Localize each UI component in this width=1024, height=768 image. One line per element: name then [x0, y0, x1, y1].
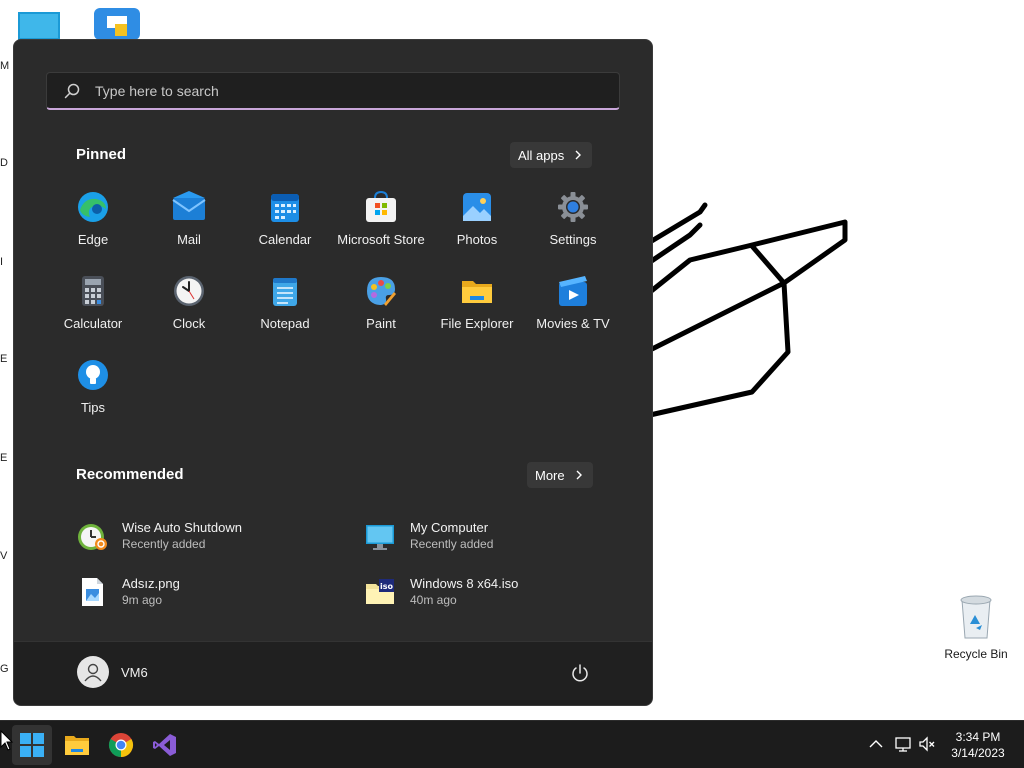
pinned-app-microsoft-store[interactable]: Microsoft Store	[333, 186, 429, 270]
chevron-up-icon[interactable]	[867, 735, 885, 753]
calculator-icon	[82, 276, 104, 306]
chevron-right-icon	[576, 470, 582, 480]
lightbulb-icon	[78, 360, 108, 390]
app-label: Settings	[549, 232, 597, 247]
more-button[interactable]: More	[527, 462, 593, 488]
visual-studio-icon	[153, 734, 176, 756]
clock-date: 3/14/2023	[951, 746, 1005, 760]
all-apps-label: All apps	[518, 147, 565, 163]
start-button[interactable]	[12, 725, 52, 765]
app-label: Microsoft Store	[337, 232, 425, 247]
pinned-app-paint[interactable]: Paint	[333, 270, 429, 354]
image-file-icon	[82, 578, 103, 606]
power-icon[interactable]	[570, 663, 590, 683]
user-name: VM6	[121, 664, 148, 680]
pinned-app-mail[interactable]: Mail	[141, 186, 237, 270]
recommended-item-name: Wise Auto Shutdown	[122, 520, 242, 535]
app-label: Edge	[77, 232, 109, 247]
recycle-bin-label: Recycle Bin	[944, 647, 1008, 661]
store-icon	[366, 190, 396, 222]
recommended-item-windows-8-iso[interactable]: iso Windows 8 x64.iso 40m ago	[364, 564, 596, 620]
clock-time: 3:34 PM	[955, 730, 1001, 744]
pinned-heading: Pinned	[76, 146, 127, 163]
taskbar-chrome-button[interactable]	[101, 725, 141, 765]
recycle-bin-icon	[960, 595, 992, 639]
start-menu-footer: VM6	[14, 641, 652, 705]
app-label: Photos	[456, 232, 498, 247]
svg-text:iso: iso	[380, 582, 394, 591]
mouse-cursor-icon	[0, 730, 14, 751]
clock-icon	[174, 276, 204, 306]
pinned-app-edge[interactable]: Edge	[45, 186, 141, 270]
notepad-icon	[273, 278, 297, 306]
photos-icon	[463, 193, 491, 221]
speaker-muted-icon[interactable]	[918, 735, 936, 753]
network-icon[interactable]	[894, 735, 912, 753]
recommended-item-name: Adsız.png	[122, 576, 180, 591]
app-label: Calculator	[63, 316, 123, 331]
user-icon	[84, 663, 102, 682]
file-explorer-icon	[65, 736, 89, 755]
taskbar-visual-studio-button[interactable]	[145, 725, 185, 765]
recommended-list: Wise Auto Shutdown Recently added My Com…	[76, 508, 596, 620]
folder-icon	[462, 281, 492, 303]
chrome-icon	[108, 733, 134, 757]
pinned-app-photos[interactable]: Photos	[429, 186, 525, 270]
all-apps-button[interactable]: All apps	[510, 142, 593, 168]
pinned-app-movies-tv[interactable]: Movies & TV	[525, 270, 621, 354]
pinned-app-file-explorer[interactable]: File Explorer	[429, 270, 525, 354]
avatar	[77, 656, 109, 688]
taskbar: 3:34 PM 3/14/2023	[0, 720, 1024, 768]
app-label: File Explorer	[440, 316, 514, 331]
recommended-item-my-computer[interactable]: My Computer Recently added	[364, 508, 596, 564]
taskbar-file-explorer-button[interactable]	[57, 725, 97, 765]
pinned-apps-grid: Edge Mail Calendar Microsoft Store Photo…	[45, 186, 621, 438]
recommended-item-time: 9m ago	[122, 593, 163, 607]
app-label: Paint	[366, 316, 396, 331]
recommended-item-time: Recently added	[410, 537, 494, 551]
start-search-box[interactable]	[46, 72, 620, 110]
search-input[interactable]	[93, 81, 577, 100]
app-label: Notepad	[260, 316, 310, 331]
app-label: Movies & TV	[536, 316, 610, 331]
gear-icon	[558, 192, 588, 222]
user-account-button[interactable]: VM6	[77, 656, 148, 688]
windows-start-icon	[20, 733, 44, 757]
pinned-app-settings[interactable]: Settings	[525, 186, 621, 270]
start-menu: Pinned All apps Edge Mail	[13, 39, 653, 706]
mail-icon	[172, 191, 206, 220]
app-label: Calendar	[258, 232, 312, 247]
recommended-heading: Recommended	[76, 466, 184, 483]
recommended-item-time: 40m ago	[410, 593, 457, 607]
paint-icon	[367, 277, 396, 306]
edge-icon	[78, 192, 108, 222]
recommended-item-wise-auto-shutdown[interactable]: Wise Auto Shutdown Recently added	[76, 508, 364, 564]
recommended-item-time: Recently added	[122, 537, 206, 551]
pinned-app-clock[interactable]: Clock	[141, 270, 237, 354]
search-icon	[64, 83, 80, 98]
taskbar-clock[interactable]: 3:34 PM 3/14/2023	[946, 729, 1010, 761]
app-label: Mail	[177, 232, 201, 247]
shutdown-clock-icon	[78, 524, 107, 550]
more-label: More	[535, 467, 565, 483]
desktop-icon-recycle-bin[interactable]: Recycle Bin	[940, 594, 1012, 661]
pinned-app-calendar[interactable]: Calendar	[237, 186, 333, 270]
recommended-item-adsiz-png[interactable]: Adsız.png 9m ago	[76, 564, 364, 620]
app-label: Clock	[172, 316, 206, 331]
recommended-item-name: My Computer	[410, 520, 489, 535]
monitor-icon	[366, 525, 394, 550]
recommended-item-name: Windows 8 x64.iso	[410, 576, 519, 591]
movies-icon	[559, 276, 587, 306]
pinned-app-tips[interactable]: Tips	[45, 354, 141, 438]
calendar-icon	[271, 194, 299, 222]
chevron-right-icon	[575, 150, 582, 160]
pinned-app-notepad[interactable]: Notepad	[237, 270, 333, 354]
pinned-app-calculator[interactable]: Calculator	[45, 270, 141, 354]
app-label: Tips	[80, 400, 106, 415]
iso-file-icon: iso	[366, 579, 394, 604]
